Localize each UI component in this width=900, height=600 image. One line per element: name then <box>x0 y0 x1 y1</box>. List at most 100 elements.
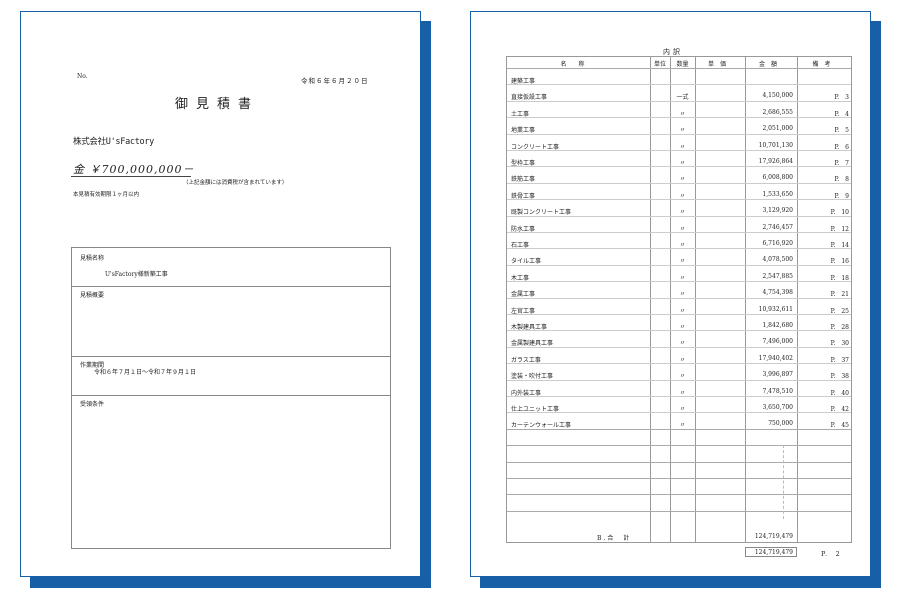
row-item-name: 防水工事 <box>511 225 536 233</box>
row-item-name: ガラス工事 <box>511 356 541 364</box>
issue-date: 令和６年６月２０日 <box>301 77 369 85</box>
row-divider <box>507 445 851 447</box>
row-item-name: 石工事 <box>511 242 530 249</box>
page-number: P. 2 <box>821 550 841 558</box>
row-quantity: 〃 <box>679 324 686 331</box>
row-amount: 10,701,130 <box>758 141 793 149</box>
column-header-unit: 単位 <box>653 61 666 68</box>
amount-underline <box>71 176 191 177</box>
row-quantity: 〃 <box>679 373 686 381</box>
column-header-unit-price: 単価 <box>707 61 732 68</box>
row-amount: 2,051,000 <box>762 125 793 133</box>
row-amount: 4,078,500 <box>762 256 793 264</box>
row-item-name: 木製建具工事 <box>511 324 548 331</box>
row-amount: 6,716,920 <box>762 240 793 247</box>
row-divider <box>507 510 851 512</box>
row-divider <box>507 494 851 496</box>
estimate-outline-label: 見積概要 <box>80 292 105 299</box>
breakdown-page: 内訳 名称 単位 数量 単価 金額 備考 建築工事 直接仮設工事 一式 4,150,0… <box>470 11 871 577</box>
row-amount: 17,940,402 <box>758 354 793 362</box>
row-quantity: 〃 <box>679 110 686 118</box>
row-amount: 17,926,864 <box>758 158 793 165</box>
row-item-name: 土工事 <box>511 110 530 118</box>
row-amount: 4,150,000 <box>762 92 793 100</box>
row-item-name: 鉄骨工事 <box>511 192 536 200</box>
row-amount: 2,547,885 <box>762 272 793 280</box>
row-item-name: 仕上ユニット工事 <box>511 406 560 413</box>
row-amount: 6,008,800 <box>762 174 793 182</box>
row-remarks: P. 38 <box>830 373 849 381</box>
divider <box>72 286 390 287</box>
estimate-name-label: 見積名称 <box>80 255 105 262</box>
row-quantity: 〃 <box>679 274 686 282</box>
client-company: 株式会社U'sFactory <box>73 137 154 147</box>
row-item-name: 建築工事 <box>511 78 536 85</box>
row-remarks: P. 5 <box>834 127 849 135</box>
amount-guide-line <box>783 445 784 519</box>
receipt-conditions-label: 受領条件 <box>80 401 105 408</box>
row-item-name: カーテンウォール工事 <box>511 422 572 430</box>
row-remarks: P. 10 <box>830 209 849 217</box>
column-header-amount: 金額 <box>758 61 783 68</box>
divider <box>72 395 390 396</box>
row-item-name: 鉄筋工事 <box>511 176 536 184</box>
row-item-name: 木工事 <box>511 274 530 282</box>
row-amount: 7,496,000 <box>762 338 793 346</box>
row-divider <box>507 478 851 479</box>
row-amount: 750,000 <box>768 420 793 428</box>
column-header-quantity: 数量 <box>676 61 689 68</box>
row-amount: 10,932,611 <box>758 305 793 313</box>
row-item-name: 塗装・吹付工事 <box>511 373 554 381</box>
column-divider <box>695 57 696 542</box>
row-amount: 2,686,555 <box>762 108 793 116</box>
row-quantity: 〃 <box>679 389 686 397</box>
estimate-cover-page: No. 令和６年６月２０日 御見積書 株式会社U'sFactory 金 ￥700… <box>20 11 421 577</box>
row-amount: 3,650,700 <box>762 404 793 411</box>
row-remarks: P. 25 <box>830 307 849 315</box>
row-remarks: P. 16 <box>830 258 849 266</box>
row-quantity: 〃 <box>679 209 686 217</box>
divider <box>72 356 390 357</box>
row-remarks: P. 12 <box>830 225 849 233</box>
row-amount: 4,754,398 <box>762 289 793 297</box>
row-remarks: P. 9 <box>834 192 849 200</box>
estimate-name-value: U'sFactory様新築工事 <box>105 271 168 278</box>
row-quantity: 〃 <box>679 340 686 348</box>
row-remarks: P. 4 <box>834 110 849 118</box>
tax-note: （上記金額には消費税が含まれています） <box>183 180 288 186</box>
row-quantity: 〃 <box>679 143 686 151</box>
row-divider <box>507 68 851 69</box>
row-remarks: P. 42 <box>830 406 849 413</box>
row-remarks: P. 8 <box>834 176 849 184</box>
row-item-name: コンクリート工事 <box>511 143 560 151</box>
row-quantity: 〃 <box>679 225 686 233</box>
row-remarks: P. 7 <box>834 160 849 167</box>
subtotal-label: B.合 計 <box>597 535 632 542</box>
row-amount: 2,746,457 <box>762 223 793 231</box>
row-amount: 1,533,650 <box>762 190 793 198</box>
row-quantity: 〃 <box>679 406 686 413</box>
row-remarks: P. 18 <box>830 274 849 282</box>
row-item-name: 内外装工事 <box>511 389 542 397</box>
row-divider <box>507 84 851 86</box>
estimate-details-box: 見積名称 U'sFactory様新築工事 見積概要 作業期間 令和６年７月１日～… <box>71 247 391 549</box>
grand-total-box: 124,719,479 <box>745 547 797 557</box>
row-quantity: 〃 <box>679 356 686 364</box>
row-quantity: 〃 <box>679 307 686 315</box>
row-amount: 7,478,510 <box>762 387 793 395</box>
row-item-name: 既製コンクリート工事 <box>511 209 572 217</box>
row-quantity: 一式 <box>676 94 689 102</box>
row-quantity: 〃 <box>679 176 686 184</box>
subtotal-amount: 124,719,479 <box>754 533 793 540</box>
row-remarks: P. 30 <box>830 340 849 348</box>
row-divider <box>507 461 851 463</box>
column-header-name: 名称 <box>560 61 597 68</box>
row-quantity: 〃 <box>679 422 686 430</box>
row-quantity: 〃 <box>679 258 686 266</box>
row-quantity: 〃 <box>679 291 686 299</box>
work-period-value: 令和６年７月１日～令和７年９月１日 <box>94 369 197 376</box>
row-item-name: 直接仮設工事 <box>511 94 548 102</box>
row-remarks: P. 28 <box>830 324 849 331</box>
row-quantity: 〃 <box>679 127 686 135</box>
row-remarks: P. 40 <box>830 389 849 397</box>
